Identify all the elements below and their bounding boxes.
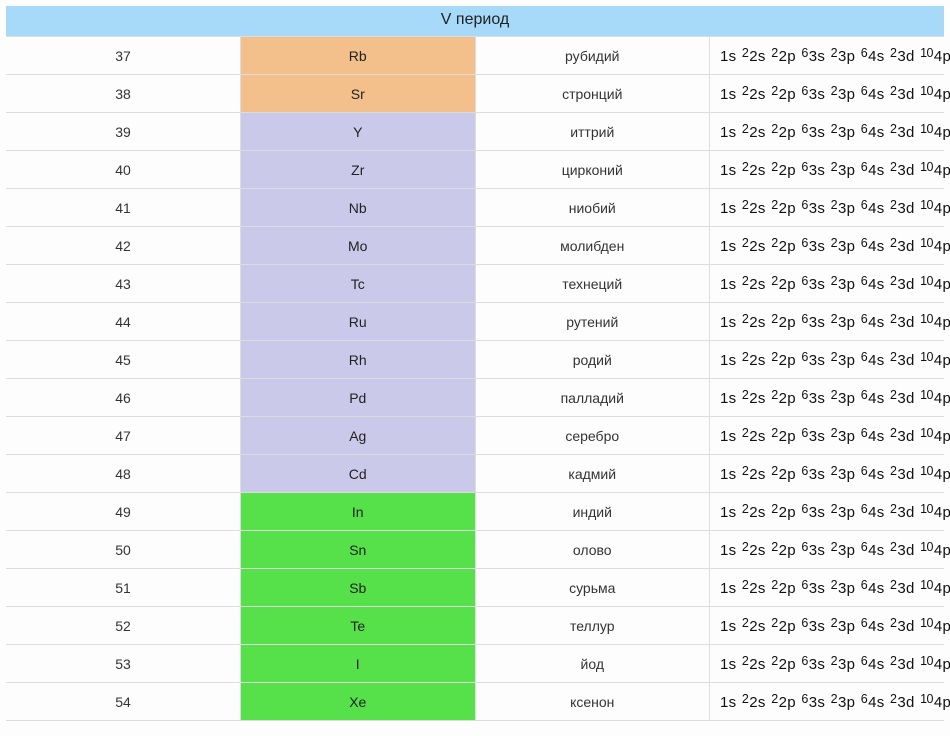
element-name: рутений: [475, 303, 710, 341]
elements-body: 37Rbрубидий1s 22s 22p 63s 23p 64s 23d 10…: [6, 37, 944, 721]
atomic-number: 47: [6, 417, 241, 455]
atomic-number: 45: [6, 341, 241, 379]
electron-configuration: 1s 22s 22p 63s 23p 64s 23d 104p 65s 14d …: [710, 341, 945, 379]
atomic-number: 54: [6, 683, 241, 721]
atomic-number: 43: [6, 265, 241, 303]
element-row: 51Sbсурьма1s 22s 22p 63s 23p 64s 23d 104…: [6, 569, 944, 607]
element-name: серебро: [475, 417, 710, 455]
element-row: 40Zrцирконий1s 22s 22p 63s 23p 64s 23d 1…: [6, 151, 944, 189]
electron-configuration: 1s 22s 22p 63s 23p 64s 23d 104p 65s 24d …: [710, 455, 945, 493]
element-row: 41Nbниобий1s 22s 22p 63s 23p 64s 23d 104…: [6, 189, 944, 227]
element-name: кадмий: [475, 455, 710, 493]
element-symbol: Sr: [241, 75, 476, 113]
element-row: 46Pdпалладий1s 22s 22p 63s 23p 64s 23d 1…: [6, 379, 944, 417]
element-name: индий: [475, 493, 710, 531]
element-symbol: Pd: [241, 379, 476, 417]
element-symbol: Mo: [241, 227, 476, 265]
element-name: ниобий: [475, 189, 710, 227]
element-symbol: Ag: [241, 417, 476, 455]
element-symbol: Rh: [241, 341, 476, 379]
electron-configuration: 1s 22s 22p 63s 23p 64s 23d 104p 65s 24d …: [710, 683, 945, 721]
element-name: олово: [475, 531, 710, 569]
atomic-number: 53: [6, 645, 241, 683]
atomic-number: 50: [6, 531, 241, 569]
element-symbol: Cd: [241, 455, 476, 493]
element-row: 38Srстронций1s 22s 22p 63s 23p 64s 23d 1…: [6, 75, 944, 113]
element-row: 49Inиндий1s 22s 22p 63s 23p 64s 23d 104p…: [6, 493, 944, 531]
element-symbol: Xe: [241, 683, 476, 721]
element-symbol: Ru: [241, 303, 476, 341]
electron-configuration: 1s 22s 22p 63s 23p 64s 23d 104p 65s 24d …: [710, 531, 945, 569]
element-name: технеций: [475, 265, 710, 303]
electron-configuration: 1s 22s 22p 63s 23p 64s 23d 104p 65s 14d …: [710, 417, 945, 455]
element-name: теллур: [475, 607, 710, 645]
period-header: V период: [6, 6, 944, 37]
electron-configuration: 1s 22s 22p 63s 23p 64s 23d 104p 65s 14d …: [710, 303, 945, 341]
element-symbol: Te: [241, 607, 476, 645]
element-name: ксенон: [475, 683, 710, 721]
element-name: родий: [475, 341, 710, 379]
element-row: 43Tcтехнеций1s 22s 22p 63s 23p 64s 23d 1…: [6, 265, 944, 303]
electron-configuration: 1s 22s 22p 63s 23p 64s 23d 104p 65s 1: [710, 37, 945, 75]
atomic-number: 52: [6, 607, 241, 645]
atomic-number: 38: [6, 75, 241, 113]
element-row: 44Ruрутений1s 22s 22p 63s 23p 64s 23d 10…: [6, 303, 944, 341]
element-symbol: Tc: [241, 265, 476, 303]
electron-configuration: 1s 22s 22p 63s 23p 64s 23d 104p 65s 24d …: [710, 607, 945, 645]
element-name: рубидий: [475, 37, 710, 75]
atomic-number: 41: [6, 189, 241, 227]
element-name: иттрий: [475, 113, 710, 151]
element-row: 52Teтеллур1s 22s 22p 63s 23p 64s 23d 104…: [6, 607, 944, 645]
element-row: 47Agсеребро1s 22s 22p 63s 23p 64s 23d 10…: [6, 417, 944, 455]
atomic-number: 39: [6, 113, 241, 151]
element-name: молибден: [475, 227, 710, 265]
periodic-table-period-5: V период 37Rbрубидий1s 22s 22p 63s 23p 6…: [6, 6, 944, 721]
element-name: йод: [475, 645, 710, 683]
element-row: 37Rbрубидий1s 22s 22p 63s 23p 64s 23d 10…: [6, 37, 944, 75]
element-name: стронций: [475, 75, 710, 113]
element-row: 48Cdкадмий1s 22s 22p 63s 23p 64s 23d 104…: [6, 455, 944, 493]
element-symbol: Sn: [241, 531, 476, 569]
electron-configuration: 1s 22s 22p 63s 23p 64s 23d 104p 65s 04d …: [710, 379, 945, 417]
element-symbol: Rb: [241, 37, 476, 75]
element-symbol: Zr: [241, 151, 476, 189]
atomic-number: 42: [6, 227, 241, 265]
element-row: 53Iйод1s 22s 22p 63s 23p 64s 23d 104p 65…: [6, 645, 944, 683]
atomic-number: 40: [6, 151, 241, 189]
electron-configuration: 1s 22s 22p 63s 23p 64s 23d 104p 65s 24d …: [710, 151, 945, 189]
atomic-number: 37: [6, 37, 241, 75]
atomic-number: 46: [6, 379, 241, 417]
element-symbol: I: [241, 645, 476, 683]
element-row: 39Yиттрий1s 22s 22p 63s 23p 64s 23d 104p…: [6, 113, 944, 151]
element-name: сурьма: [475, 569, 710, 607]
element-row: 42Moмолибден1s 22s 22p 63s 23p 64s 23d 1…: [6, 227, 944, 265]
element-symbol: Nb: [241, 189, 476, 227]
atomic-number: 51: [6, 569, 241, 607]
element-name: палладий: [475, 379, 710, 417]
atomic-number: 44: [6, 303, 241, 341]
element-symbol: In: [241, 493, 476, 531]
electron-configuration: 1s 22s 22p 63s 23p 64s 23d 104p 65s 224d…: [710, 569, 945, 607]
element-row: 50Snолово1s 22s 22p 63s 23p 64s 23d 104p…: [6, 531, 944, 569]
element-row: 45Rhродий1s 22s 22p 63s 23p 64s 23d 104p…: [6, 341, 944, 379]
electron-configuration: 1s 22s 22p 63s 23p 64s 23d 104p 65s 24d …: [710, 645, 945, 683]
electron-configuration: 1s 22s 22p 63s 23p 64s 23d 104p 65s 24d …: [710, 493, 945, 531]
electron-configuration: 1s 22s 22p 63s 23p 64s 23d 104p 65s 2: [710, 75, 945, 113]
element-symbol: Y: [241, 113, 476, 151]
atomic-number: 49: [6, 493, 241, 531]
electron-configuration: 1s 22s 22p 63s 23p 64s 23d 104p 65s 24d …: [710, 113, 945, 151]
atomic-number: 48: [6, 455, 241, 493]
element-row: 54Xeксенон1s 22s 22p 63s 23p 64s 23d 104…: [6, 683, 944, 721]
electron-configuration: 1s 22s 22p 63s 23p 64s 23d 104p 65s 14d …: [710, 227, 945, 265]
element-symbol: Sb: [241, 569, 476, 607]
electron-configuration: 1s 22s 22p 63s 23p 64s 23d 104p 65s 24d …: [710, 265, 945, 303]
element-name: цирконий: [475, 151, 710, 189]
electron-configuration: 1s 22s 22p 63s 23p 64s 23d 104p 65s 14d …: [710, 189, 945, 227]
